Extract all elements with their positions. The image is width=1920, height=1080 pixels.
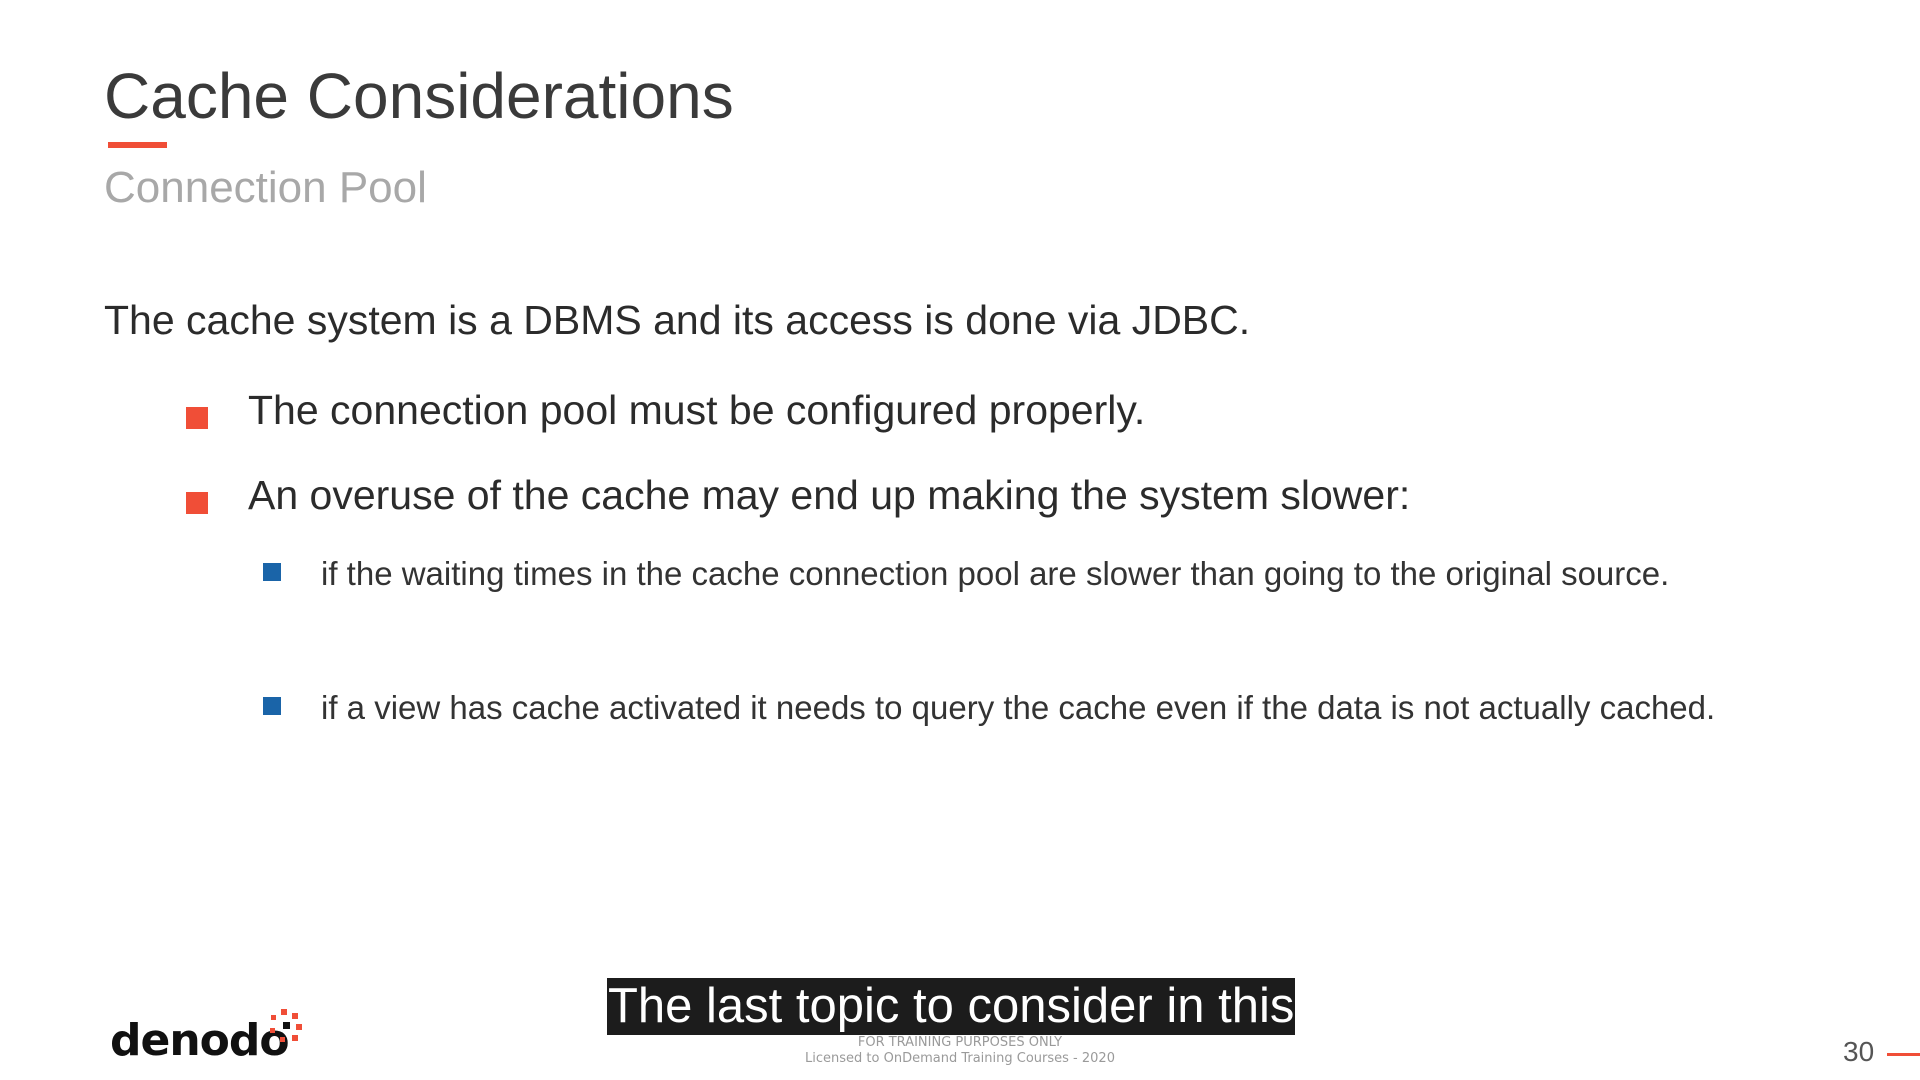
slide-title: Cache Considerations [104, 60, 734, 132]
sub-bullet-square-icon [263, 563, 281, 581]
page-number: 30 [1843, 1036, 1875, 1067]
sub-bullet-square-icon [263, 697, 281, 715]
title-accent-bar [108, 142, 167, 148]
sub-bullet-item: if a view has cache activated it needs t… [263, 678, 1743, 796]
bullet-text: The connection pool must be configured p… [248, 387, 1146, 433]
sub-bullet-text: if the waiting times in the cache connec… [321, 555, 1670, 592]
bullet-item: An overuse of the cache may end up makin… [186, 469, 1686, 529]
bullet-text: An overuse of the cache may end up makin… [248, 472, 1411, 518]
slide: Cache Considerations Connection Pool The… [0, 0, 1920, 1080]
page-number-accent [1887, 1053, 1920, 1056]
training-notice-line: FOR TRAINING PURPOSES ONLY [857, 1035, 1063, 1050]
bullet-square-icon [186, 407, 208, 429]
bullet-item: The connection pool must be configured p… [186, 384, 1686, 444]
denodo-dots-logo-icon [270, 1009, 302, 1042]
lead-text: The cache system is a DBMS and its acces… [104, 297, 1251, 343]
video-caption: The last topic to consider in this [607, 978, 1296, 1035]
license-notice-line: Licensed to OnDemand Training Courses - … [805, 1051, 1115, 1066]
training-notice: FOR TRAINING PURPOSES ONLY Licensed to O… [760, 1035, 1160, 1067]
sub-bullet-text: if a view has cache activated it needs t… [321, 689, 1716, 726]
sub-bullet-item: if the waiting times in the cache connec… [263, 544, 1743, 662]
logo-wordmark: denodo [110, 1015, 290, 1066]
bullet-square-icon [186, 492, 208, 514]
slide-subtitle: Connection Pool [104, 163, 427, 212]
